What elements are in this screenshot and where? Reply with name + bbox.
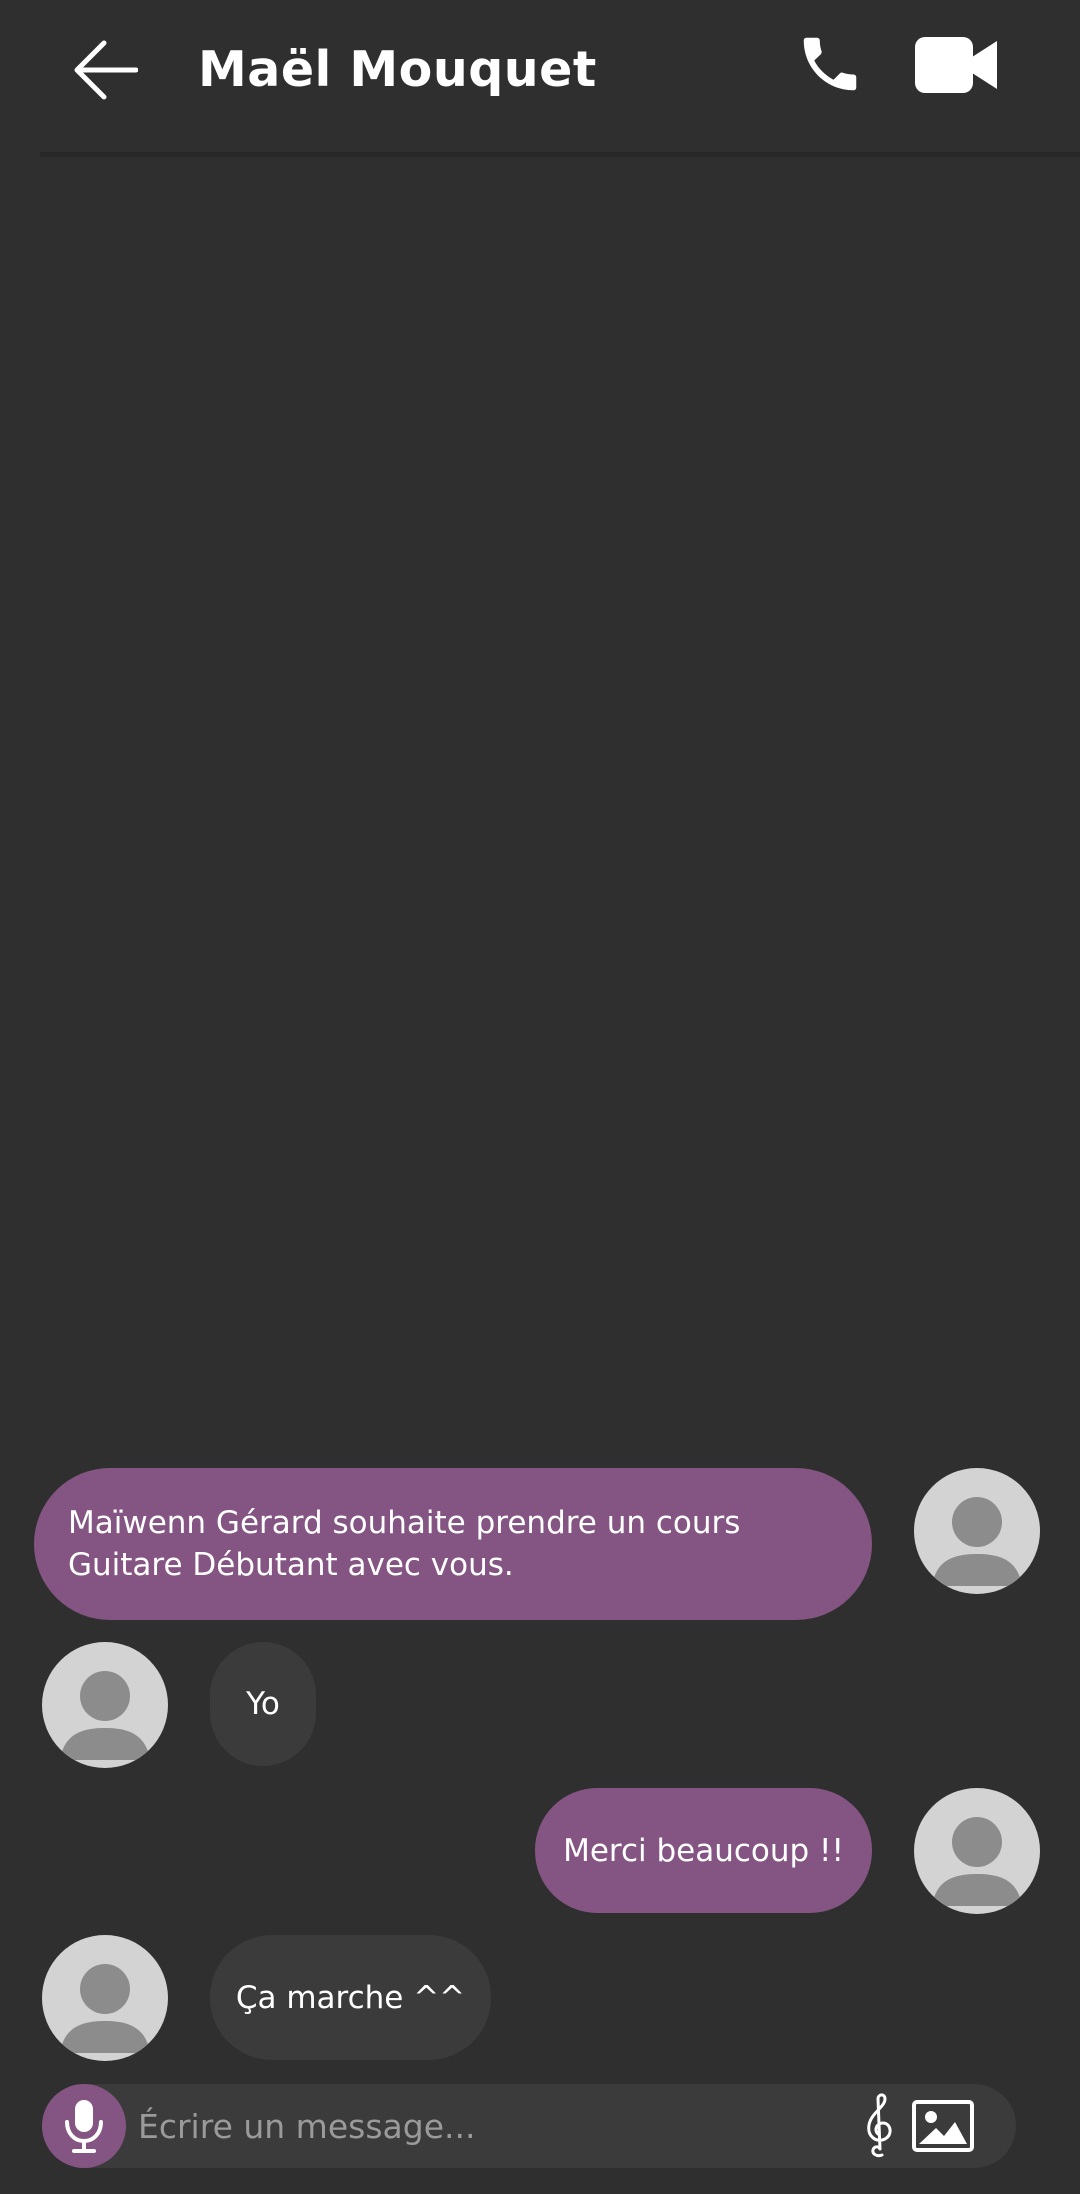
message-composer xyxy=(42,2084,1016,2168)
message-text: Yo xyxy=(246,1686,280,1722)
message-text: Maïwenn Gérard souhaite prendre un cours… xyxy=(68,1505,741,1583)
image-attach-button[interactable] xyxy=(912,2098,974,2154)
message-bubble-sent: Merci beaucoup !! xyxy=(535,1788,872,1913)
avatar xyxy=(42,1935,168,2061)
chat-header: Maël Mouquet xyxy=(0,0,1080,157)
avatar xyxy=(914,1468,1040,1594)
contact-name: Maël Mouquet xyxy=(198,41,597,98)
arrow-left-icon xyxy=(74,40,138,100)
video-camera-icon xyxy=(915,37,997,93)
message-text: Merci beaucoup !! xyxy=(563,1832,844,1869)
message-text: Ça marche ^^ xyxy=(235,1979,466,2016)
image-icon xyxy=(912,2100,974,2152)
user-placeholder-icon xyxy=(932,1497,1022,1586)
message-input[interactable] xyxy=(138,2094,878,2158)
avatar xyxy=(42,1642,168,1768)
call-button[interactable] xyxy=(790,24,870,104)
video-call-button[interactable] xyxy=(910,30,1002,100)
avatar xyxy=(914,1788,1040,1914)
message-bubble-received: Yo xyxy=(210,1642,316,1766)
user-placeholder-icon xyxy=(932,1817,1022,1906)
header-divider xyxy=(40,152,1080,157)
treble-clef-icon xyxy=(867,2093,892,2158)
user-placeholder-icon xyxy=(60,1671,150,1760)
back-button[interactable] xyxy=(62,30,148,110)
message-bubble-sent: Maïwenn Gérard souhaite prendre un cours… xyxy=(34,1468,872,1620)
user-placeholder-icon xyxy=(60,1964,150,2053)
voice-message-button[interactable] xyxy=(42,2084,126,2168)
message-bubble-received: Ça marche ^^ xyxy=(210,1935,491,2060)
microphone-icon xyxy=(65,2100,103,2153)
phone-icon xyxy=(803,37,857,91)
music-attach-button[interactable] xyxy=(860,2092,900,2160)
